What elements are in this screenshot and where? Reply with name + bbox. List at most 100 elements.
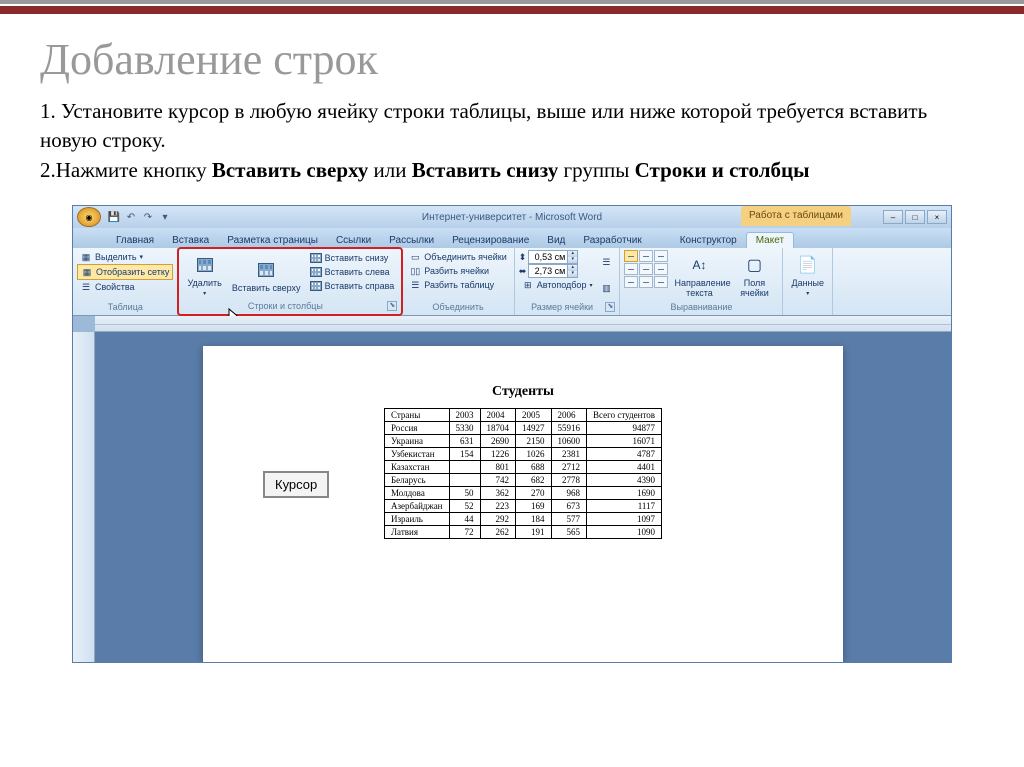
tab-design[interactable]: Конструктор <box>671 233 746 248</box>
table-row[interactable]: Украина631269021501060016071 <box>384 435 661 448</box>
maximize-button[interactable]: □ <box>905 210 925 224</box>
table-cell[interactable]: 223 <box>480 500 516 513</box>
table-row[interactable]: Казахстан 80168827124401 <box>384 461 661 474</box>
select-button[interactable]: ▦Выделить▾ <box>77 250 173 264</box>
table-cell[interactable]: 742 <box>480 474 516 487</box>
table-row[interactable]: Латвия722621915651090 <box>384 526 661 539</box>
distribute-cols-button[interactable]: ▥ <box>597 281 615 295</box>
table-cell[interactable]: 50 <box>449 487 480 500</box>
table-header-cell[interactable]: 2004 <box>480 409 516 422</box>
table-cell[interactable]: 577 <box>551 513 587 526</box>
split-cells-button[interactable]: ▯▯Разбить ячейки <box>406 264 509 278</box>
insert-above-button[interactable]: Вставить сверху <box>228 251 305 300</box>
table-cell[interactable]: 1026 <box>516 448 552 461</box>
students-table[interactable]: Страны2003200420052006Всего студентов Ро… <box>384 408 662 539</box>
page-viewport[interactable]: Студенты Страны2003200420052006Всего сту… <box>95 332 951 662</box>
properties-button[interactable]: ☰Свойства <box>77 280 173 294</box>
width-down[interactable]: ▾ <box>567 271 577 277</box>
showgrid-button[interactable]: ▦Отобразить сетку <box>77 264 173 280</box>
align-bc[interactable] <box>639 276 653 288</box>
table-cell[interactable]: 1226 <box>480 448 516 461</box>
insert-left-button[interactable]: Вставить слева <box>307 265 398 279</box>
table-cell[interactable]: 682 <box>516 474 552 487</box>
table-cell[interactable]: 262 <box>480 526 516 539</box>
table-cell[interactable]: 18704 <box>480 422 516 435</box>
table-cell[interactable]: 1690 <box>587 487 662 500</box>
qat-redo-icon[interactable]: ↷ <box>141 210 155 224</box>
table-header-cell[interactable]: Всего студентов <box>587 409 662 422</box>
table-cell[interactable]: 184 <box>516 513 552 526</box>
table-cell[interactable]: 801 <box>480 461 516 474</box>
table-cell[interactable]: 565 <box>551 526 587 539</box>
table-header-cell[interactable]: Страны <box>384 409 449 422</box>
table-cell[interactable]: 270 <box>516 487 552 500</box>
tab-layout[interactable]: Макет <box>746 232 794 248</box>
tab-references[interactable]: Ссылки <box>327 233 380 248</box>
qat-undo-icon[interactable]: ↶ <box>124 210 138 224</box>
table-cell[interactable]: Азербайджан <box>384 500 449 513</box>
row-height-control[interactable]: ⬍▴▾ <box>519 250 596 264</box>
table-cell[interactable]: 1117 <box>587 500 662 513</box>
table-cell[interactable]: Украина <box>384 435 449 448</box>
table-header-cell[interactable]: 2005 <box>516 409 552 422</box>
align-mc[interactable] <box>639 263 653 275</box>
table-cell[interactable]: 14927 <box>516 422 552 435</box>
insert-right-button[interactable]: Вставить справа <box>307 279 398 293</box>
table-cell[interactable]: 5330 <box>449 422 480 435</box>
table-header-cell[interactable]: 2006 <box>551 409 587 422</box>
table-cell[interactable] <box>449 461 480 474</box>
table-cell[interactable]: 1097 <box>587 513 662 526</box>
align-tc[interactable] <box>639 250 653 262</box>
table-cell[interactable]: Израиль <box>384 513 449 526</box>
table-cell[interactable]: 688 <box>516 461 552 474</box>
table-cell[interactable]: 362 <box>480 487 516 500</box>
table-row[interactable]: Азербайджан522231696731117 <box>384 500 661 513</box>
height-input[interactable] <box>529 251 567 263</box>
align-ml[interactable] <box>624 263 638 275</box>
align-bl[interactable] <box>624 276 638 288</box>
col-width-control[interactable]: ⬌▴▾ <box>519 264 596 278</box>
table-cell[interactable]: 968 <box>551 487 587 500</box>
table-cell[interactable]: 2150 <box>516 435 552 448</box>
table-cell[interactable]: Россия <box>384 422 449 435</box>
delete-button[interactable]: Удалить ▾ <box>183 251 225 300</box>
tab-insert[interactable]: Вставка <box>163 233 218 248</box>
table-cell[interactable]: 4401 <box>587 461 662 474</box>
table-row[interactable]: Россия533018704149275591694877 <box>384 422 661 435</box>
table-row[interactable]: Молдова503622709681690 <box>384 487 661 500</box>
autofit-button[interactable]: ⊞Автоподбор▾ <box>519 278 596 292</box>
table-row[interactable]: Израиль442921845771097 <box>384 513 661 526</box>
data-button[interactable]: 📄 Данные ▾ <box>787 250 828 301</box>
tab-review[interactable]: Рецензирование <box>443 233 538 248</box>
table-cell[interactable]: 292 <box>480 513 516 526</box>
table-cell[interactable]: 673 <box>551 500 587 513</box>
table-cell[interactable]: 1090 <box>587 526 662 539</box>
close-button[interactable]: × <box>927 210 947 224</box>
height-down[interactable]: ▾ <box>567 257 577 263</box>
table-cell[interactable]: 72 <box>449 526 480 539</box>
split-table-button[interactable]: ☰Разбить таблицу <box>406 278 509 292</box>
table-cell[interactable]: 2712 <box>551 461 587 474</box>
table-cell[interactable]: Латвия <box>384 526 449 539</box>
table-cell[interactable]: Казахстан <box>384 461 449 474</box>
table-cell[interactable]: 16071 <box>587 435 662 448</box>
table-cell[interactable]: Молдова <box>384 487 449 500</box>
insert-below-button[interactable]: Вставить снизу <box>307 251 398 265</box>
table-row[interactable]: Узбекистан1541226102623814787 <box>384 448 661 461</box>
office-button[interactable]: ◉ <box>77 207 101 227</box>
width-input[interactable] <box>529 265 567 277</box>
table-cell[interactable]: 10600 <box>551 435 587 448</box>
tab-developer[interactable]: Разработчик <box>574 233 650 248</box>
table-cell[interactable]: 4390 <box>587 474 662 487</box>
table-cell[interactable]: Беларусь <box>384 474 449 487</box>
minimize-button[interactable]: – <box>883 210 903 224</box>
table-cell[interactable]: Узбекистан <box>384 448 449 461</box>
horizontal-ruler[interactable] <box>95 316 951 332</box>
table-cell[interactable]: 2381 <box>551 448 587 461</box>
qat-more-icon[interactable]: ▾ <box>158 210 172 224</box>
table-cell[interactable]: 94877 <box>587 422 662 435</box>
table-cell[interactable]: 169 <box>516 500 552 513</box>
table-cell[interactable]: 55916 <box>551 422 587 435</box>
cellsize-launcher[interactable]: ⬊ <box>605 302 615 312</box>
table-cell[interactable]: 631 <box>449 435 480 448</box>
